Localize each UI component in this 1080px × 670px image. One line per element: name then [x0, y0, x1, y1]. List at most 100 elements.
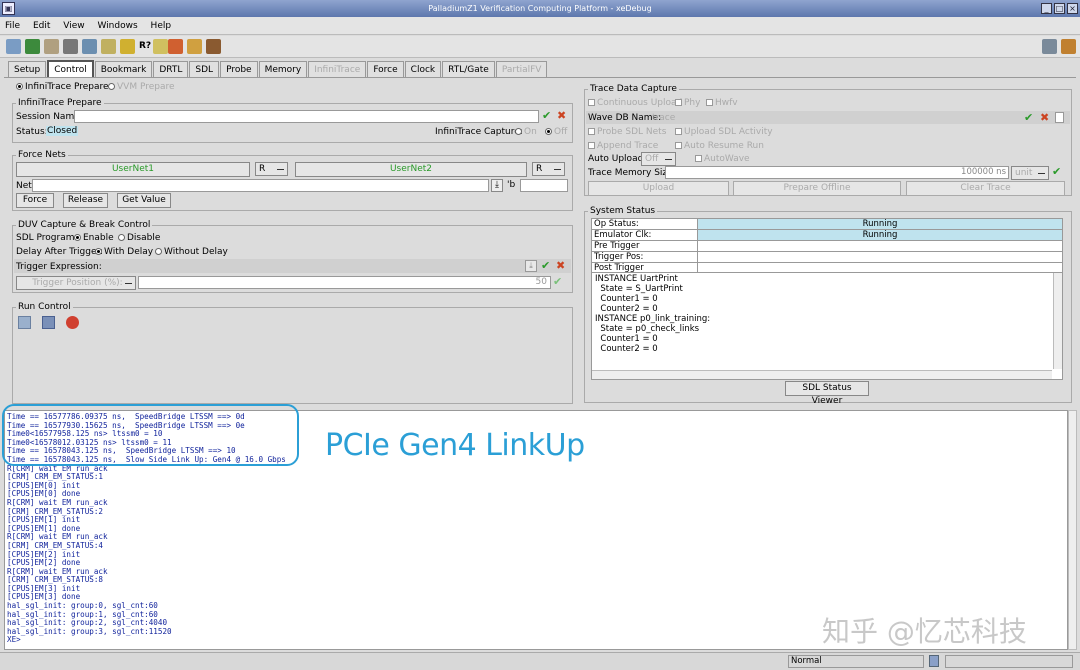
hierarchy-icon[interactable]	[63, 39, 78, 54]
cancel-session-icon[interactable]: ✖	[557, 109, 566, 122]
debug-icon[interactable]	[6, 39, 21, 54]
tab-control[interactable]: Control	[47, 60, 94, 78]
settings-icon[interactable]	[1042, 39, 1057, 54]
probe-sdl-checkbox[interactable]: Probe SDL Nets	[588, 127, 666, 137]
without-delay-radio[interactable]: Without Delay	[155, 247, 228, 257]
run-icon[interactable]	[18, 316, 31, 329]
cancel-wave-db-icon[interactable]: ✖	[1040, 111, 1049, 124]
bit-suffix-label: 'b	[507, 180, 516, 190]
sdl-disable-radio[interactable]: Disable	[118, 233, 160, 243]
force-button[interactable]: Force	[16, 193, 54, 208]
tab-rtl-gate[interactable]: RTL/Gate	[442, 61, 495, 78]
continuous-upload-checkbox[interactable]: Continuous Upload	[588, 98, 682, 108]
sdl-enable-radio[interactable]: Enable	[74, 233, 114, 243]
minimize-button[interactable]: _	[1041, 3, 1052, 14]
tab-force[interactable]: Force	[367, 61, 404, 78]
tab-bookmark[interactable]: Bookmark	[94, 61, 153, 78]
capture-on-radio[interactable]: On	[515, 127, 537, 137]
console-scrollbar[interactable]	[1068, 410, 1077, 650]
tab-infinitrace[interactable]: InfiniTrace	[308, 61, 367, 78]
waveform-icon[interactable]	[153, 39, 168, 54]
auto-upload-select[interactable]: Off	[641, 152, 676, 166]
auto-resume-checkbox[interactable]: Auto Resume Run	[675, 141, 764, 151]
force-value-input[interactable]	[520, 179, 568, 192]
mode-vvm-label: VVM Prepare	[117, 82, 175, 92]
confirm-memory-icon[interactable]: ✔	[1052, 165, 1061, 178]
console-line: [CRM] CRM_EM_STATUS:4	[7, 540, 104, 550]
trigger-position-select[interactable]: Trigger Position (%):	[16, 276, 136, 290]
menu-view[interactable]: View	[58, 17, 89, 35]
usernet2-button[interactable]: UserNet2	[295, 162, 527, 177]
sdl-status-viewer-button[interactable]: SDL Status Viewer	[785, 381, 869, 406]
confirm-trigger-icon[interactable]: ✔	[541, 259, 550, 272]
tab-drtl[interactable]: DRTL	[153, 61, 189, 78]
confirm-trigger-position-icon[interactable]: ✔	[553, 275, 562, 288]
trace-memory-unit-select[interactable]: unit	[1011, 166, 1049, 180]
menu-edit[interactable]: Edit	[28, 17, 55, 35]
tab-sdl[interactable]: SDL	[189, 61, 220, 78]
trigger-pos-label: Trigger Pos:	[591, 251, 698, 263]
tab-setup[interactable]: Setup	[8, 61, 47, 78]
status-row-op: Op Status: Running	[591, 218, 1063, 230]
phy-checkbox[interactable]: Phy	[675, 98, 700, 108]
tree-icon[interactable]	[101, 39, 116, 54]
save-icon[interactable]	[206, 39, 221, 54]
confirm-wave-db-icon[interactable]: ✔	[1024, 111, 1033, 124]
cancel-trigger-icon[interactable]: ✖	[556, 259, 565, 272]
append-trace-checkbox[interactable]: Append Trace	[588, 141, 658, 151]
search-icon[interactable]	[44, 39, 59, 54]
upload-sdl-checkbox[interactable]: Upload SDL Activity	[675, 127, 773, 137]
tab-bar: Setup Control Bookmark DRTL SDL Probe Memory In…	[8, 60, 548, 78]
radix2-select[interactable]: R	[532, 162, 565, 176]
pause-icon[interactable]	[42, 316, 55, 329]
tab-memory[interactable]: Memory	[258, 61, 308, 78]
release-button[interactable]: Release	[63, 193, 108, 208]
tab-clock[interactable]: Clock	[404, 61, 442, 78]
mode-vvm-radio[interactable]: VVM Prepare	[108, 82, 175, 92]
memory-icon[interactable]	[168, 39, 183, 54]
with-delay-radio[interactable]: With Delay	[95, 247, 153, 257]
trace-memory-input[interactable]: 100000 ns	[665, 166, 1009, 179]
sdl-instance-list[interactable]: INSTANCE UartPrint State = S_UartPrint C…	[591, 272, 1063, 380]
document-icon[interactable]	[1055, 112, 1064, 123]
menu-help[interactable]: Help	[146, 17, 177, 35]
hwfv-checkbox[interactable]: Hwfv	[706, 98, 738, 108]
radix1-select[interactable]: R	[255, 162, 288, 176]
trigger-download-icon[interactable]: ⤓	[525, 260, 537, 272]
lightbulb-icon[interactable]	[120, 39, 135, 54]
download-icon[interactable]: ⤓	[491, 179, 503, 192]
netlist-icon[interactable]	[82, 39, 97, 54]
tab-partialfv[interactable]: PartialFV	[495, 61, 548, 78]
usernet1-button[interactable]: UserNet1	[16, 162, 250, 177]
instance-vertical-scrollbar[interactable]	[1053, 273, 1062, 369]
wave-db-value[interactable]: trace	[652, 113, 675, 123]
close-button[interactable]: ×	[1067, 3, 1078, 14]
status-field	[945, 655, 1073, 668]
get-value-button[interactable]: Get Value	[117, 193, 171, 208]
trigger-position-input[interactable]: 50	[138, 276, 551, 289]
help-icon[interactable]: R?	[139, 41, 151, 51]
delay-after-trigger-label: Delay After Trigger:	[16, 247, 104, 257]
upload-button[interactable]: Upload	[588, 181, 729, 196]
folder-open-icon[interactable]	[187, 39, 202, 54]
instance-horizontal-scrollbar[interactable]	[592, 370, 1052, 379]
upload-sdl-label: Upload SDL Activity	[684, 127, 773, 137]
capture-off-radio[interactable]: Off	[545, 127, 567, 137]
instance-line: Counter1 = 0	[595, 294, 658, 304]
session-name-input[interactable]	[74, 110, 539, 123]
prepare-offline-button[interactable]: Prepare Offline	[733, 181, 901, 196]
maximize-button[interactable]: □	[1054, 3, 1065, 14]
board-icon[interactable]	[25, 39, 40, 54]
mode-infinitrace-radio[interactable]: InfiniTrace Prepare	[16, 82, 109, 92]
tab-probe[interactable]: Probe	[220, 61, 258, 78]
instance-line: Counter2 = 0	[595, 344, 658, 354]
run-timed-icon[interactable]	[66, 316, 79, 329]
menu-file[interactable]: File	[0, 17, 25, 35]
confirm-session-icon[interactable]: ✔	[542, 109, 551, 122]
exit-icon[interactable]	[1061, 39, 1076, 54]
clear-trace-button[interactable]: Clear Trace	[906, 181, 1065, 196]
autowave-checkbox[interactable]: AutoWave	[695, 154, 750, 164]
net-input[interactable]	[32, 179, 489, 192]
trace-memory-label: Trace Memory Size:	[588, 168, 676, 178]
menu-windows[interactable]: Windows	[92, 17, 142, 35]
